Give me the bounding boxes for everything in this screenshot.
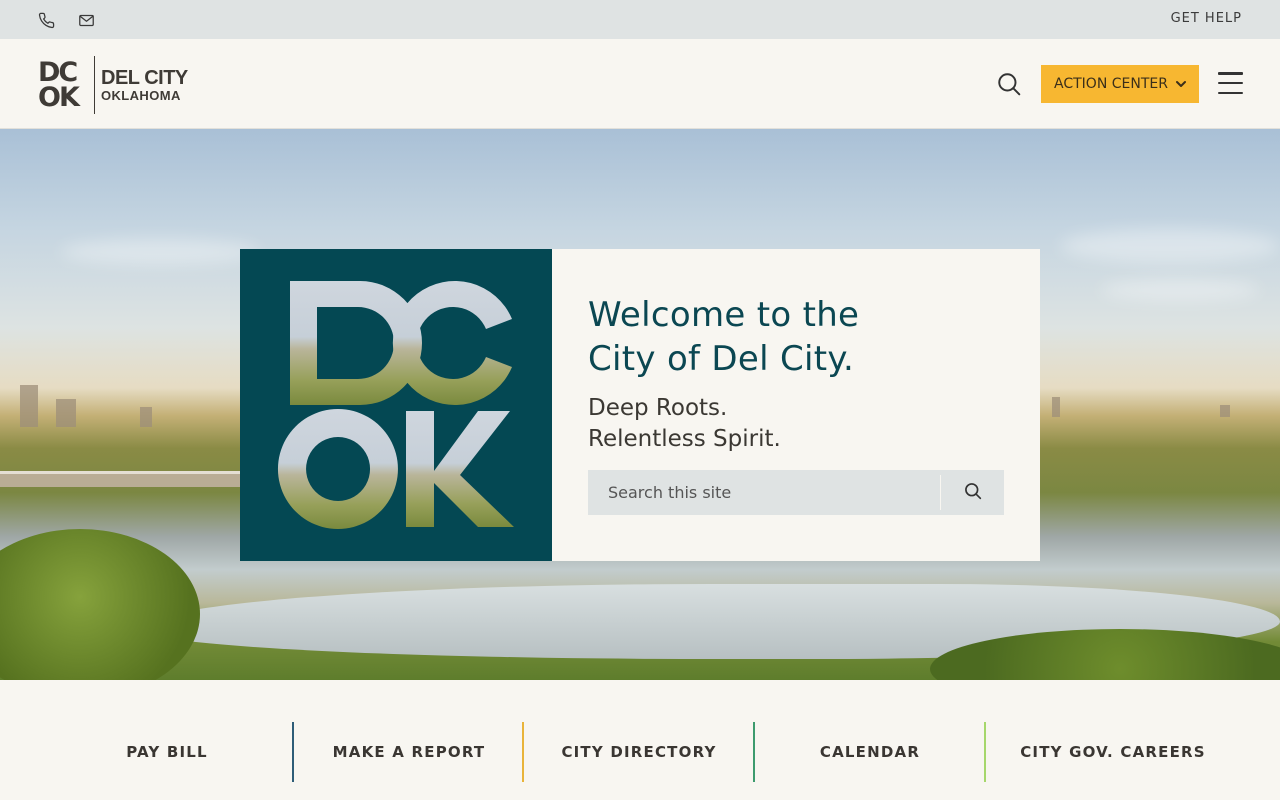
search-icon[interactable] [996,71,1022,97]
quick-link-city-gov-careers[interactable]: CITY GOV. CAREERS [986,722,1240,782]
highway [0,471,250,487]
quick-link-city-directory[interactable]: CITY DIRECTORY [524,722,754,782]
menu-line [1218,81,1243,85]
hero-tagline-line2: Relentless Spirit. [588,426,781,452]
quick-link-pay-bill[interactable]: PAY BILL [52,722,282,782]
hero-card: Welcome to the City of Del City. Deep Ro… [240,249,1040,561]
hero-heading-line1: Welcome to the [588,295,860,335]
site-search-form [588,470,1004,515]
action-center-button[interactable]: ACTION CENTER [1041,65,1199,103]
cloud [60,239,260,265]
menu-line [1218,91,1243,94]
hero-tagline: Deep Roots. Relentless Spirit. [588,393,1004,455]
hero-tagline-line1: Deep Roots. [588,395,728,421]
logo-state: OKLAHOMA [101,87,181,103]
cloud [1100,279,1260,301]
skyline-building [1220,405,1230,417]
mail-icon[interactable] [76,10,96,30]
chevron-down-icon [1175,76,1186,92]
hero-content: Welcome to the City of Del City. Deep Ro… [552,249,1040,561]
utility-bar: GET HELP [0,0,1280,39]
skyline-building [20,385,38,427]
site-search-input[interactable] [588,470,940,515]
search-submit-button[interactable] [941,470,1004,515]
hero-heading-line2: City of Del City. [588,339,855,379]
get-help-link[interactable]: GET HELP [1171,11,1242,26]
logo-mark: DC OK [38,59,90,113]
skyline-building [140,407,152,427]
action-center-label: ACTION CENTER [1054,76,1168,92]
hamburger-icon[interactable] [1218,72,1243,94]
site-logo[interactable]: DC OK DEL CITY OKLAHOMA [38,55,198,115]
hero-banner: Welcome to the City of Del City. Deep Ro… [0,129,1280,680]
logo-wordmark: DEL CITY OKLAHOMA [101,66,188,103]
site-header: DC OK DEL CITY OKLAHOMA ACTION CENTER [0,39,1280,129]
quick-link-calendar[interactable]: CALENDAR [755,722,985,782]
logo-city: DEL CITY [101,66,188,89]
menu-line [1218,72,1243,75]
skyline-building [56,399,76,427]
cloud [1060,229,1280,263]
quick-links-bar: PAY BILL MAKE A REPORT CITY DIRECTORY CA… [0,680,1280,800]
dcok-logo-mark [277,281,514,529]
quick-link-make-a-report[interactable]: MAKE A REPORT [294,722,524,782]
skyline-building [1052,397,1060,417]
hero-heading: Welcome to the City of Del City. [588,293,1004,381]
logo-divider [94,56,95,114]
trees [0,529,200,680]
phone-icon[interactable] [36,10,56,30]
logo-mark-line2: OK [38,82,80,113]
search-icon [963,481,983,505]
hero-logo-tile [240,249,552,561]
